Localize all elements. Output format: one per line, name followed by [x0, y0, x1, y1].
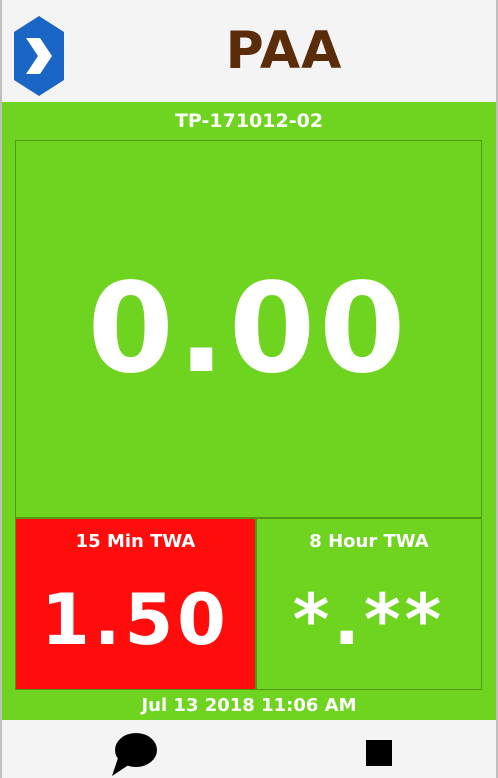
app-screen: PAA TP-171012-02 0.00 15 Min TWA 1.50 8 …	[0, 0, 498, 778]
twa-8hour-label: 8 Hour TWA	[309, 531, 429, 552]
stop-button[interactable]	[364, 738, 394, 768]
twa-8hour-panel: 8 Hour TWA *.**	[256, 518, 482, 690]
device-id-label: TP-171012-02	[174, 110, 324, 132]
twa-15min-panel: 15 Min TWA 1.50	[15, 518, 256, 690]
header-bar: PAA	[2, 0, 496, 102]
twa-15min-label: 15 Min TWA	[75, 531, 196, 552]
gas-type-title: PAA	[225, 21, 343, 81]
twa-8hour-value: *.**	[292, 579, 446, 661]
chat-button[interactable]	[108, 730, 160, 778]
live-reading-display: 0.00	[15, 140, 482, 518]
bottom-toolbar	[2, 720, 496, 778]
twa-15min-value: 1.50	[41, 579, 230, 661]
timestamp-label: Jul 13 2018 11:06 AM	[141, 694, 357, 716]
stop-icon	[366, 740, 392, 766]
chat-bubble-icon	[112, 733, 157, 776]
readings-panel: TP-171012-02 0.00 15 Min TWA 1.50 8 Hour…	[2, 102, 496, 720]
